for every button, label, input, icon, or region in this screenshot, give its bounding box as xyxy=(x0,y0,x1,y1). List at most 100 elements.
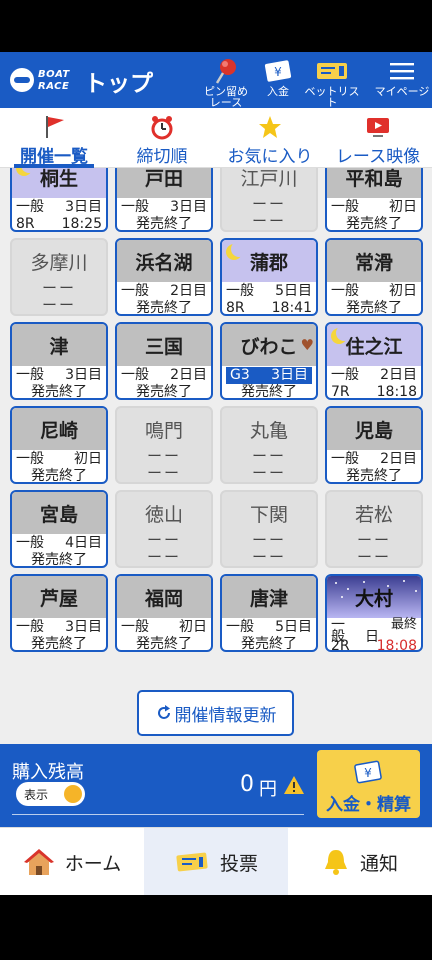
venue-card[interactable]: 三国一般 2日目 発売終了 xyxy=(115,322,213,400)
venue-sales-status: 発売終了 xyxy=(241,636,297,652)
venue-name-text: 津 xyxy=(49,335,69,358)
bottom-navigation: ホーム 投票 通知 xyxy=(0,827,432,895)
no-race-placeholder: ーー ーー xyxy=(41,279,76,314)
balance-visibility-toggle[interactable]: 表示 xyxy=(16,782,85,806)
venue-schedule: 一般 3日目 xyxy=(16,198,102,216)
venue-card[interactable]: 鳴門 ーー ーー xyxy=(115,406,213,484)
venue-day: 3日目 xyxy=(170,199,207,215)
venue-card[interactable]: 戸田 一般 3日目 発売終了 xyxy=(115,168,213,232)
venue-schedule: 一般 3日目 xyxy=(16,618,102,636)
boatrace-logo[interactable]: BOAT RACE xyxy=(10,64,76,94)
venue-name-text: びわこ xyxy=(240,335,298,358)
venue-card[interactable]: 桐生 一般 3日目 8R 18:25 xyxy=(10,168,108,232)
no-race-placeholder: ーー ーー xyxy=(251,195,286,230)
venue-card[interactable]: 平和島 一般 初日 発売終了 xyxy=(325,168,423,232)
venue-grade: 一般 xyxy=(331,367,359,383)
bet-list-label: ベットリスト xyxy=(304,85,360,109)
venue-card[interactable]: 浜名湖 一般 2日目 発売終了 xyxy=(115,238,213,316)
venue-card[interactable]: 下関 ーー ーー xyxy=(220,490,318,568)
venue-card[interactable]: 住之江 一般 2日目 7R 18:18 xyxy=(325,322,423,400)
nav-home[interactable]: ホーム xyxy=(0,828,144,895)
venue-schedule: 一般 初日 xyxy=(331,198,417,216)
venue-card[interactable]: 江戸川 ーー ーー xyxy=(220,168,318,232)
venue-sales-status: 発売終了 xyxy=(346,468,402,484)
refresh-label: 開催情報更新 xyxy=(174,705,277,726)
star-dot xyxy=(415,590,417,592)
deposit-label: 入金 xyxy=(267,85,289,98)
venue-card[interactable]: 芦屋 一般 3日目 発売終了 xyxy=(10,574,108,652)
bet-list-button[interactable]: ベットリスト xyxy=(300,56,364,109)
venue-sales-status: 発売終了 xyxy=(241,384,297,400)
venue-sales-status: 発売終了 xyxy=(31,468,87,484)
venue-card[interactable]: 多摩川 ーー ーー xyxy=(10,238,108,316)
race-number: 8R xyxy=(226,300,245,316)
warning-icon[interactable] xyxy=(283,775,305,795)
venue-card[interactable]: びわこ ♥ G3 3日目 発売終了 xyxy=(220,322,318,400)
venue-card[interactable]: 徳山 ーー ーー xyxy=(115,490,213,568)
venue-card[interactable]: 大村一最終般日 2R 18:08 xyxy=(325,574,423,652)
venue-card[interactable]: 福岡 一般 初日 発売終了 xyxy=(115,574,213,652)
venue-schedule: 一般 2日目 xyxy=(121,366,207,384)
pinned-races-button[interactable]: ピン留め レース xyxy=(198,56,254,108)
tab-label: 開催一覧 xyxy=(20,147,88,167)
race-deadline: 18:18 xyxy=(376,384,417,400)
venue-card[interactable]: 若松 ーー ーー xyxy=(325,490,423,568)
tab-label: お気に入り xyxy=(227,147,313,167)
venue-name: 多摩川 xyxy=(12,240,106,282)
venue-sales-status: 発売終了 xyxy=(136,636,192,652)
venue-sales-status: 発売終了 xyxy=(31,636,87,652)
venue-name-text: 蒲郡 xyxy=(249,251,288,274)
venue-name-text: 唐津 xyxy=(249,587,288,610)
tab-race-video[interactable]: レース映像 xyxy=(324,108,432,168)
venue-sales-status: 発売終了 xyxy=(136,384,192,400)
venue-day: 2日目 xyxy=(170,367,207,383)
venue-grade: 一般 xyxy=(16,619,44,635)
venue-name: 下関 xyxy=(222,492,316,534)
no-race-placeholder: ーー ーー xyxy=(146,531,181,566)
venue-card[interactable]: 蒲郡 一般 5日目 8R 18:41 xyxy=(220,238,318,316)
venue-name-text: 児島 xyxy=(354,419,393,442)
star-icon xyxy=(216,108,324,140)
venue-card[interactable]: 津一般 3日目 発売終了 xyxy=(10,322,108,400)
venue-card[interactable]: 丸亀 ーー ーー xyxy=(220,406,318,484)
venue-card[interactable]: 児島 一般 2日目 発売終了 xyxy=(325,406,423,484)
venue-day: 初日 xyxy=(179,619,207,635)
venue-card[interactable]: 宮島 一般 4日目 発売終了 xyxy=(10,490,108,568)
venue-day: 初日 xyxy=(389,199,417,215)
venue-sales-status: 発売終了 xyxy=(31,552,87,568)
nav-notifications[interactable]: 通知 xyxy=(288,828,432,895)
venue-name: 浜名湖 xyxy=(117,240,211,282)
venue-name-text: 下関 xyxy=(249,503,288,526)
my-page-label: マイページ xyxy=(374,85,430,98)
venue-grade: 一般 xyxy=(121,619,149,635)
venue-name: 蒲郡 xyxy=(222,240,316,282)
star-dot xyxy=(403,580,405,582)
venue-grade: 一般 xyxy=(121,199,149,215)
deposit-button[interactable]: ¥ 入金 xyxy=(258,56,298,106)
home-icon xyxy=(23,849,54,875)
venue-card[interactable]: 尼崎 一般 初日 発売終了 xyxy=(10,406,108,484)
deposit-settle-button[interactable]: ¥ 入金・精算 xyxy=(317,750,420,818)
venue-card[interactable]: 常滑 一般 初日 発売終了 xyxy=(325,238,423,316)
venue-name-text: 鳴門 xyxy=(144,419,183,442)
venue-sales-status: 発売終了 xyxy=(346,300,402,316)
ticket-icon xyxy=(176,852,208,872)
tab-favorites[interactable]: お気に入り xyxy=(216,108,324,168)
venue-name: 宮島 xyxy=(12,492,106,534)
refresh-info-button[interactable]: 開催情報更新 xyxy=(137,690,294,736)
star-dot xyxy=(341,596,343,598)
my-page-button[interactable]: マイページ xyxy=(372,56,432,106)
venue-name-text: 桐生 xyxy=(39,168,78,190)
venue-schedule: 一般 3日目 xyxy=(16,366,102,384)
tab-deadline-order[interactable]: 締切順 xyxy=(108,108,216,168)
logo-mark-icon xyxy=(10,68,34,92)
no-race-placeholder: ーー ーー xyxy=(251,447,286,482)
nav-vote[interactable]: 投票 xyxy=(144,828,288,895)
tab-venue-list[interactable]: 開催一覧 xyxy=(0,108,108,168)
venue-name-text: 徳山 xyxy=(144,503,183,526)
venue-card[interactable]: 唐津一般 5日目 発売終了 xyxy=(220,574,318,652)
venue-schedule: 一般 初日 xyxy=(331,282,417,300)
venue-schedule: 一般 5日目 xyxy=(226,618,312,636)
race-deadline: 18:08 xyxy=(376,638,417,652)
venue-name-text: 三国 xyxy=(144,335,183,358)
